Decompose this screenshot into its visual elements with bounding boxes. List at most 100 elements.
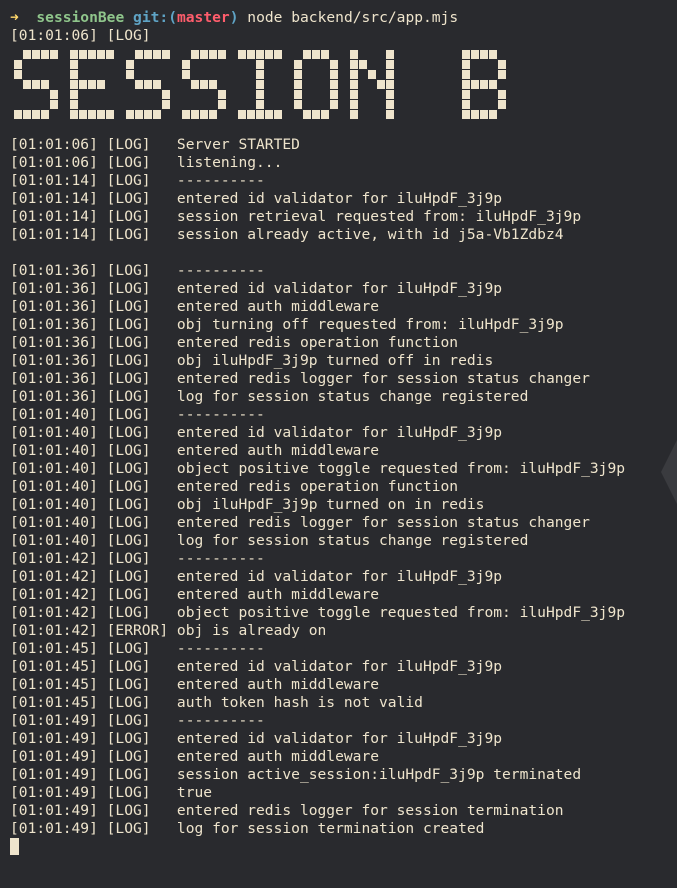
banner-pixel xyxy=(79,50,87,59)
log-line: [01:01:49] [LOG] entered id validator fo… xyxy=(10,730,503,747)
log-line: [01:01:40] [LOG] log for session status … xyxy=(10,532,529,549)
log-line: [01:01:49] [LOG] entered redis logger fo… xyxy=(10,802,564,819)
banner-pixel xyxy=(489,50,497,59)
banner-pixel xyxy=(97,110,105,119)
banner-pixel xyxy=(32,50,40,59)
prompt-branch: master xyxy=(176,9,230,26)
banner-pixel xyxy=(256,100,264,109)
log-line: [01:01:45] [LOG] auth token hash is not … xyxy=(10,694,423,711)
log-line: [01:01:42] [LOG] entered auth middleware xyxy=(10,586,380,603)
log-line: [01:01:40] [LOG] entered auth middleware xyxy=(10,442,380,459)
banner-pixel xyxy=(256,90,264,99)
log-line: [01:01:06] [LOG] listening... xyxy=(10,154,283,171)
log-line: [01:01:45] [LOG] entered id validator fo… xyxy=(10,658,503,675)
log-line: [01:01:40] [LOG] entered redis logger fo… xyxy=(10,514,590,531)
log-line: [01:01:40] [LOG] entered redis operation… xyxy=(10,478,459,495)
log-line: [01:01:42] [ERROR] obj is already on xyxy=(10,622,327,639)
banner-pixel xyxy=(321,50,329,59)
log-line: [01:01:36] [LOG] entered id validator fo… xyxy=(10,280,503,297)
banner-pixel xyxy=(265,110,273,119)
banner-pixel xyxy=(377,80,385,89)
banner-pixel xyxy=(88,80,96,89)
banner-pixel xyxy=(256,70,264,79)
banner-pixel xyxy=(153,110,161,119)
side-panel-handle-icon[interactable] xyxy=(657,440,677,528)
banner-pixel xyxy=(368,70,376,79)
banner-pixel xyxy=(386,80,394,89)
banner-pixel xyxy=(135,50,143,59)
banner-pixel xyxy=(256,60,264,69)
banner-pixel xyxy=(70,70,78,79)
banner-pixel xyxy=(462,70,470,79)
prompt-directory: sessionBee xyxy=(36,9,125,26)
banner-pixel xyxy=(209,50,217,59)
log-line: [01:01:49] [LOG] ---------- xyxy=(10,712,265,729)
log-line: [01:01:45] [LOG] entered auth middleware xyxy=(10,676,380,693)
log-output: [01:01:06] [LOG] Server STARTED [01:01:06… xyxy=(10,136,677,838)
banner-pixel xyxy=(350,70,358,79)
banner-pixel xyxy=(70,90,78,99)
banner-pixel xyxy=(265,50,273,59)
banner-pixel xyxy=(386,90,394,99)
banner-pixel xyxy=(153,80,161,89)
terminal-window[interactable]: ➜ sessionBee git:(master) node backend/s… xyxy=(0,0,677,888)
banner-pixel xyxy=(247,50,255,59)
log-line: [01:01:36] [LOG] obj iluHpdF_3j9p turned… xyxy=(10,352,494,369)
ascii-banner xyxy=(10,45,677,136)
banner-pixel xyxy=(14,70,22,79)
banner-pixel xyxy=(191,50,199,59)
banner-pixel xyxy=(126,60,134,69)
banner-pixel xyxy=(312,50,320,59)
banner-pixel xyxy=(480,80,488,89)
banner-pixel xyxy=(126,110,134,119)
banner-pixel xyxy=(462,60,470,69)
banner-pixel xyxy=(182,70,190,79)
banner-pixel xyxy=(321,110,329,119)
input-line[interactable] xyxy=(10,838,677,856)
banner-pixel xyxy=(162,50,170,59)
banner-pixel xyxy=(256,80,264,89)
log-line: [01:01:42] [LOG] ---------- xyxy=(10,550,265,567)
banner-pixel xyxy=(135,110,143,119)
banner-pixel xyxy=(386,110,394,119)
banner-pixel xyxy=(330,90,338,99)
banner-pixel xyxy=(162,100,170,109)
log-line: [01:01:49] [LOG] true xyxy=(10,784,213,801)
banner-pixel xyxy=(23,110,31,119)
banner-pixel xyxy=(41,80,49,89)
banner-pixel xyxy=(50,100,58,109)
banner-pixel xyxy=(462,50,470,59)
banner-pixel xyxy=(350,100,358,109)
banner-pixel xyxy=(471,50,479,59)
banner-pixel xyxy=(70,100,78,109)
banner-pixel xyxy=(209,80,217,89)
prompt-git-close: ) xyxy=(229,9,239,26)
banner-pixel xyxy=(14,60,22,69)
banner-pixel xyxy=(330,100,338,109)
banner-pixel xyxy=(498,90,506,99)
banner-pixel xyxy=(247,110,255,119)
log-line: [01:01:40] [LOG] ---------- xyxy=(10,406,265,423)
terminal-cursor xyxy=(10,838,19,855)
banner-pixel xyxy=(162,90,170,99)
banner-pixel xyxy=(70,80,78,89)
banner-pixel xyxy=(153,50,161,59)
log-line: [01:01:14] [LOG] entered id validator fo… xyxy=(10,190,503,207)
banner-pixel xyxy=(144,50,152,59)
banner-pixel xyxy=(14,110,22,119)
banner-pixel xyxy=(191,80,199,89)
banner-pixel xyxy=(386,50,394,59)
log-line: [01:01:14] [LOG] ---------- xyxy=(10,172,265,189)
log-line: [01:01:36] [LOG] entered auth middleware xyxy=(10,298,380,315)
banner-pixel xyxy=(462,80,470,89)
banner-pixel xyxy=(480,110,488,119)
banner-pixel xyxy=(294,80,302,89)
banner-pixel xyxy=(330,60,338,69)
banner-pixel xyxy=(70,110,78,119)
log-line: [01:01:36] [LOG] obj turning off request… xyxy=(10,316,564,333)
banner-pixel xyxy=(350,80,358,89)
banner-pixel xyxy=(32,80,40,89)
banner-pixel xyxy=(106,50,114,59)
banner-pixel xyxy=(294,90,302,99)
